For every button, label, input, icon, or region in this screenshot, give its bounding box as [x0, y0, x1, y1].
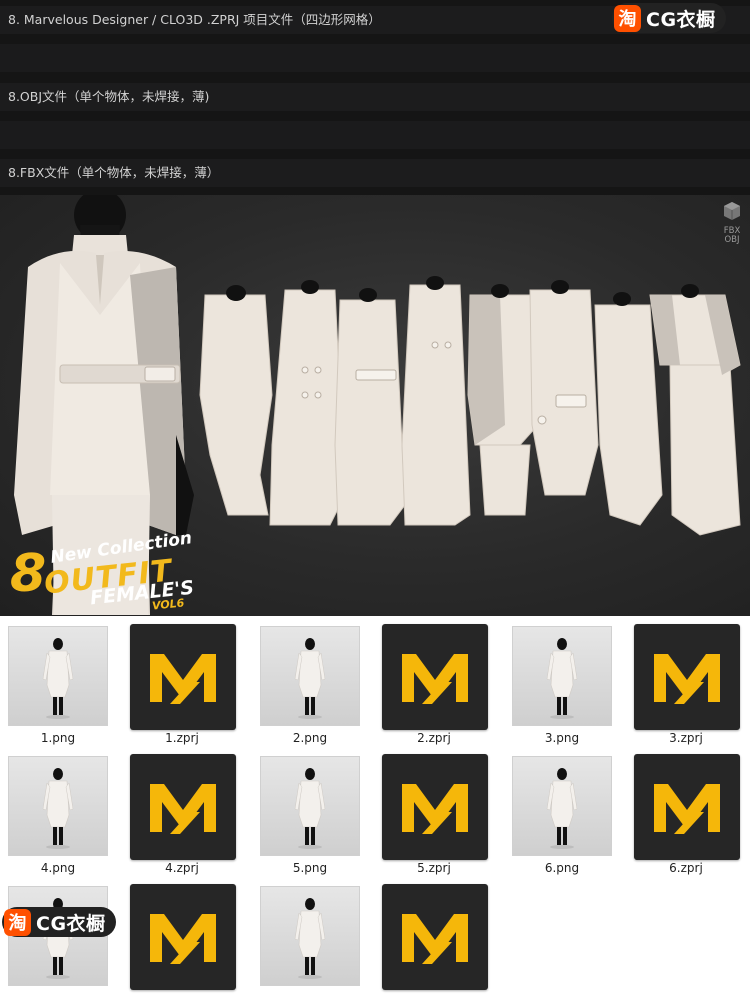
watermark-top: 淘 CG衣橱: [612, 3, 726, 33]
marvelous-designer-icon: [402, 914, 468, 964]
zprj-file-icon: [130, 884, 236, 990]
marvelous-designer-icon: [654, 784, 720, 834]
png-thumbnail: [260, 886, 360, 986]
file-item-zprj[interactable]: 3.zprj: [628, 616, 750, 746]
promo-eight: 8: [10, 544, 47, 604]
watermark-text: CG衣橱: [646, 8, 716, 31]
file-name: 2.png: [292, 731, 328, 745]
zprj-file-icon: [130, 624, 236, 730]
zprj-file-icon: [382, 884, 488, 990]
file-item-png[interactable]: 1.png: [0, 616, 124, 746]
file-item-png[interactable]: 6.png: [504, 746, 628, 876]
marvelous-designer-icon: [150, 654, 216, 704]
promo-logo: New Collection 8 OUTFIT FEMALE'S VOL6: [8, 528, 208, 612]
file-name: 6.png: [544, 861, 580, 875]
file-name: 5.png: [292, 861, 328, 875]
zprj-file-icon: [634, 624, 740, 730]
png-thumbnail: [260, 756, 360, 856]
file-item-png[interactable]: [252, 876, 376, 1006]
format-obj: OBJ: [724, 235, 740, 245]
watermark-text: CG衣橱: [36, 912, 106, 935]
format-badge: FBX OBJ: [722, 201, 742, 245]
file-name: 2.zprj: [417, 731, 451, 745]
file-item-png[interactable]: [0, 876, 124, 1006]
marvelous-designer-icon: [402, 654, 468, 704]
png-thumbnail: [512, 626, 612, 726]
file-name: 4.zprj: [165, 861, 199, 875]
png-thumbnail: [512, 756, 612, 856]
zprj-file-icon: [634, 754, 740, 860]
preview-image: [294, 898, 326, 979]
file-item-zprj[interactable]: 1.zprj: [124, 616, 248, 746]
marvelous-designer-icon: [150, 784, 216, 834]
preview-image: [294, 768, 326, 849]
zprj-file-icon: [382, 624, 488, 730]
file-name: 6.zprj: [669, 861, 703, 875]
zprj-file-icon: [130, 754, 236, 860]
preview-image: [546, 638, 578, 719]
file-item-zprj[interactable]: 2.zprj: [376, 616, 500, 746]
png-thumbnail: [8, 756, 108, 856]
preview-image: [42, 638, 74, 719]
file-item-zprj[interactable]: 6.zprj: [628, 746, 750, 876]
file-item-zprj[interactable]: [376, 876, 500, 1006]
marvelous-designer-icon: [402, 784, 468, 834]
file-item-zprj[interactable]: 5.zprj: [376, 746, 500, 876]
product-banner: FBX OBJ New Collection 8 OUTFIT FEMALE'S…: [0, 195, 750, 616]
spacer-band: [0, 44, 750, 72]
marvelous-designer-icon: [150, 914, 216, 964]
file-name: 1.zprj: [165, 731, 199, 745]
file-name: 3.png: [544, 731, 580, 745]
info-line-2: 8.OBJ文件（单个物体，未焊接，薄): [0, 83, 750, 111]
file-name: 1.png: [40, 731, 76, 745]
png-thumbnail: [8, 626, 108, 726]
taobao-icon: 淘: [4, 908, 31, 936]
marvelous-designer-icon: [654, 654, 720, 704]
file-item-png[interactable]: 3.png: [504, 616, 628, 746]
taobao-icon: 淘: [614, 4, 641, 32]
png-thumbnail: [260, 626, 360, 726]
file-name: 5.zprj: [417, 861, 451, 875]
cube-icon: [724, 202, 740, 220]
file-name: 4.png: [40, 861, 76, 875]
spacer-band: [0, 121, 750, 149]
info-line-3: 8.FBX文件（单个物体，未焊接，薄）: [0, 159, 750, 187]
preview-image: [546, 768, 578, 849]
file-item-zprj[interactable]: [124, 876, 248, 1006]
file-item-png[interactable]: 4.png: [0, 746, 124, 876]
file-name: 3.zprj: [669, 731, 703, 745]
preview-image: [294, 638, 326, 719]
file-item-zprj[interactable]: 4.zprj: [124, 746, 248, 876]
watermark-bottom: 淘 CG衣橱: [2, 907, 116, 937]
file-grid: 1.png 1.zprj 2.png 2.zprj 3.png 3.zprj 4.png 4.…: [0, 616, 750, 990]
preview-image: [42, 768, 74, 849]
file-item-png[interactable]: 5.png: [252, 746, 376, 876]
file-item-png[interactable]: 2.png: [252, 616, 376, 746]
zprj-file-icon: [382, 754, 488, 860]
